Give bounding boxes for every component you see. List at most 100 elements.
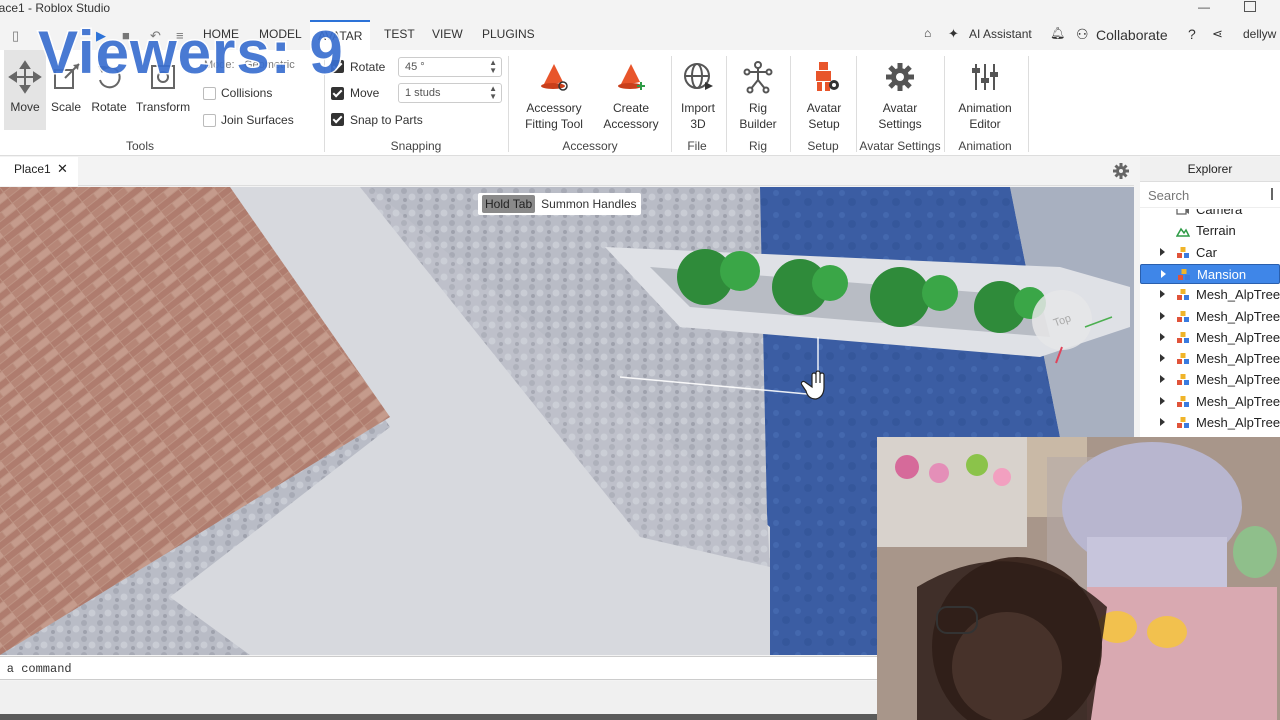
camera-icon (1176, 209, 1189, 215)
explorer-item[interactable]: Mesh_AlpTree (1140, 349, 1280, 369)
animation-editor-label: Animation Editor (958, 101, 1012, 131)
ribbon-divider (508, 56, 509, 152)
help-icon[interactable]: ? (1188, 26, 1196, 42)
doc-tab-place1[interactable]: Place1 ✕ (0, 157, 78, 186)
setup-group-label: Setup (807, 139, 839, 153)
rotate-snap-label: Rotate (350, 60, 386, 74)
model-icon (1177, 289, 1189, 301)
expand-arrow-icon[interactable] (1160, 418, 1165, 426)
explorer-item[interactable]: Car (1140, 243, 1280, 263)
animation-sliders-icon (972, 64, 998, 90)
user-name[interactable]: dellyw (1243, 27, 1276, 41)
expand-arrow-icon[interactable] (1160, 375, 1165, 384)
webcam-overlay (877, 437, 1280, 720)
expand-arrow-icon[interactable] (1160, 354, 1165, 363)
tab-plugins[interactable]: PLUGINS (482, 27, 535, 41)
maximize-icon[interactable] (1244, 1, 1256, 12)
explorer-tree: Camera Terrain Car Mansion Mesh_AlpTree Mesh_… (1140, 209, 1280, 439)
wizard-hat-icon (541, 64, 568, 91)
move-snap-field[interactable]: 1 studs ▲ ▼ (398, 83, 502, 103)
move-snap-label: Move (350, 86, 380, 100)
model-icon (1177, 353, 1189, 365)
join-surfaces-checkbox[interactable] (203, 114, 216, 127)
explorer-item[interactable]: Camera (1140, 209, 1280, 220)
accessory-fitting-tool-button[interactable]: Accessory Fitting Tool (518, 50, 590, 136)
command-input[interactable]: Run a command (0, 662, 72, 676)
rotate-tool-label: Rotate (91, 100, 127, 114)
explorer-item[interactable]: Mesh_AlpTree (1140, 285, 1280, 305)
avatar-settings-group-label: Avatar Settings (859, 139, 941, 153)
collaborate-button[interactable]: Collaborate (1096, 27, 1168, 43)
explorer-item[interactable]: Mesh_AlpTree (1140, 370, 1280, 390)
explorer-item-label: Mesh_AlpTree (1196, 415, 1280, 430)
doc-tab-label: Place1 (14, 162, 51, 176)
minimize-icon[interactable]: — (1198, 0, 1212, 14)
expand-arrow-icon[interactable] (1160, 332, 1165, 341)
explorer-item[interactable]: Mesh_AlpTree (1140, 328, 1280, 348)
tools-group-label: Tools (125, 139, 154, 153)
explorer-item-label: Mesh_AlpTree (1196, 393, 1280, 409)
hint-text: Summon Handles (541, 197, 637, 211)
viewport-settings-icon[interactable] (1112, 162, 1130, 180)
create-accessory-button[interactable]: Create Accessory (600, 50, 662, 136)
animation-editor-button[interactable]: Animation Editor (952, 50, 1018, 136)
tab-view[interactable]: VIEW (432, 27, 463, 41)
explorer-item-label: Mesh_AlpTree (1196, 372, 1280, 388)
collisions-label: Collisions (221, 86, 273, 100)
home-icon[interactable]: ⌂ (924, 26, 931, 40)
snapping-group-label: Snapping (390, 139, 442, 153)
spinner-icon[interactable]: ▲ ▼ (489, 85, 497, 101)
move-snap-checkbox[interactable] (331, 87, 344, 100)
ribbon-divider (944, 56, 945, 152)
command-bar[interactable]: Run a command (0, 656, 878, 680)
explorer-search-field[interactable]: Search (1140, 182, 1280, 208)
model-icon (1177, 417, 1189, 428)
avatar-settings-button[interactable]: Avatar Settings (868, 50, 932, 136)
ribbon-divider (671, 56, 672, 152)
ribbon-divider (1028, 56, 1029, 152)
share-icon[interactable]: ⋖ (1212, 26, 1223, 42)
notification-icon[interactable]: 🔔︎ (1050, 26, 1065, 40)
expand-arrow-icon[interactable] (1161, 269, 1166, 278)
spinner-icon[interactable]: ▲ ▼ (489, 59, 497, 75)
expand-arrow-icon[interactable] (1160, 247, 1165, 256)
snap-to-parts-checkbox[interactable] (331, 113, 344, 126)
collisions-checkbox[interactable] (203, 87, 216, 100)
stream-viewer-count: Viewers: 9 (37, 18, 345, 88)
wizard-hat-plus-icon (618, 64, 645, 90)
explorer-item[interactable]: Terrain (1140, 221, 1280, 241)
file-icon[interactable]: ▯ (12, 28, 19, 44)
ai-assistant-button[interactable]: AI Assistant (969, 27, 1032, 41)
document-tab-bar: Place1 ✕ (0, 157, 1134, 186)
avatar-settings-label: Avatar Settings (878, 101, 922, 131)
expand-arrow-icon[interactable] (1160, 290, 1165, 299)
rig-group-label: Rig (748, 139, 767, 153)
expand-arrow-icon[interactable] (1160, 396, 1165, 405)
roblox-studio-window: Place1 - Roblox Studio — ▯ ▶ ■ ↶ ≡ HOME … (0, 0, 1280, 720)
explorer-item-label: Mesh_AlpTree (1196, 308, 1280, 324)
explorer-item-label: Camera (1196, 209, 1243, 217)
rig-builder-button[interactable]: Rig Builder (734, 50, 782, 136)
ribbon-divider (790, 56, 791, 152)
rig-icon (743, 61, 773, 94)
rotate-snap-value: 45 ° (405, 61, 425, 73)
rig-builder-label: Rig Builder (739, 101, 777, 131)
explorer-search-input[interactable]: Search (1148, 188, 1189, 203)
hint-key: Hold Tab (482, 195, 536, 213)
explorer-item[interactable]: Mesh_AlpTree (1140, 307, 1280, 327)
move-tool-label: Move (10, 100, 40, 114)
close-icon[interactable]: ✕ (57, 161, 68, 177)
explorer-item-label: Car (1196, 244, 1217, 260)
expand-arrow-icon[interactable] (1160, 311, 1165, 320)
explorer-item[interactable]: Mesh_AlpTree (1140, 413, 1280, 433)
explorer-item[interactable]: Mesh_AlpTree (1140, 392, 1280, 412)
import-3d-button[interactable]: Import 3D (676, 50, 720, 136)
tab-test[interactable]: TEST (384, 27, 415, 41)
filter-icon[interactable] (1271, 188, 1280, 200)
ribbon-divider (856, 56, 857, 152)
globe-import-icon (684, 63, 713, 90)
explorer-item[interactable]: Mansion (1140, 263, 1280, 284)
model-icon (1177, 310, 1189, 322)
avatar-setup-button[interactable]: Avatar Setup (800, 50, 848, 136)
rotate-snap-field[interactable]: 45 ° ▲ ▼ (398, 57, 502, 77)
